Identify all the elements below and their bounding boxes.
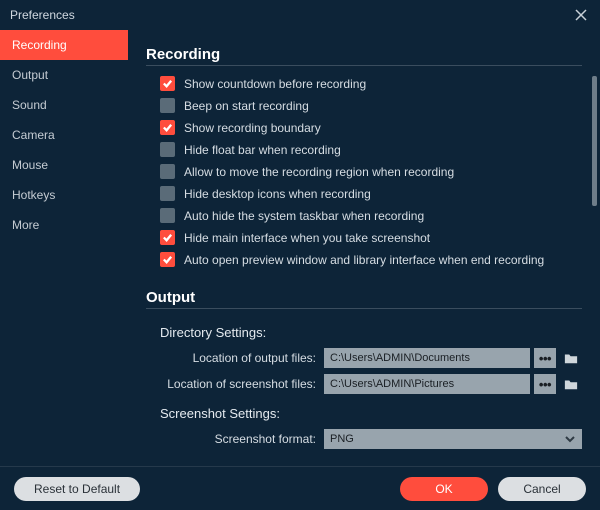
recording-option-label: Show countdown before recording [184, 77, 366, 91]
sidebar: Recording Output Sound Camera Mouse Hotk… [0, 30, 128, 466]
section-title-recording: Recording [146, 46, 582, 63]
recording-options: Show countdown before recording Beep on s… [160, 76, 582, 267]
recording-option[interactable]: Allow to move the recording region when … [160, 164, 582, 179]
screenshot-path-label: Location of screenshot files: [146, 377, 324, 391]
check-icon [162, 254, 173, 265]
checkbox[interactable] [160, 142, 175, 157]
screenshot-path-open-button[interactable] [560, 374, 582, 394]
titlebar: Preferences [0, 0, 600, 30]
recording-option[interactable]: Beep on start recording [160, 98, 582, 113]
checkbox[interactable] [160, 120, 175, 135]
sidebar-item-label: Hotkeys [12, 188, 55, 202]
screenshot-path-browse-button[interactable]: ••• [534, 374, 556, 394]
recording-option-label: Beep on start recording [184, 99, 309, 113]
recording-option-label: Allow to move the recording region when … [184, 165, 454, 179]
recording-option-label: Auto open preview window and library int… [184, 253, 544, 267]
output-path-open-button[interactable] [560, 348, 582, 368]
chevron-down-icon [564, 433, 576, 445]
sidebar-item-label: Mouse [12, 158, 48, 172]
recording-option-label: Auto hide the system taskbar when record… [184, 209, 424, 223]
output-path-input[interactable]: C:\Users\ADMIN\Documents [324, 348, 530, 368]
sidebar-item-more[interactable]: More [0, 210, 128, 240]
folder-icon [564, 377, 578, 391]
sidebar-item-recording[interactable]: Recording [0, 30, 128, 60]
screenshot-path-row: Location of screenshot files: C:\Users\A… [146, 374, 582, 394]
checkbox[interactable] [160, 98, 175, 113]
checkbox[interactable] [160, 208, 175, 223]
output-path-row: Location of output files: C:\Users\ADMIN… [146, 348, 582, 368]
checkbox[interactable] [160, 76, 175, 91]
screenshot-format-label: Screenshot format: [146, 432, 324, 446]
checkbox[interactable] [160, 164, 175, 179]
divider [146, 65, 582, 66]
sidebar-item-label: Output [12, 68, 48, 82]
screenshot-path-input[interactable]: C:\Users\ADMIN\Pictures [324, 374, 530, 394]
ok-button[interactable]: OK [400, 477, 488, 501]
main-panel: Recording Show countdown before recordin… [128, 30, 600, 466]
divider [146, 308, 582, 309]
check-icon [162, 232, 173, 243]
recording-option[interactable]: Hide float bar when recording [160, 142, 582, 157]
recording-option[interactable]: Auto hide the system taskbar when record… [160, 208, 582, 223]
folder-icon [564, 351, 578, 365]
output-path-label: Location of output files: [146, 351, 324, 365]
ellipsis-icon: ••• [539, 377, 551, 392]
recording-option[interactable]: Show countdown before recording [160, 76, 582, 91]
checkbox[interactable] [160, 230, 175, 245]
window-title: Preferences [10, 8, 75, 22]
checkbox[interactable] [160, 186, 175, 201]
recording-option-label: Hide main interface when you take screen… [184, 231, 430, 245]
preferences-window: Preferences Recording Output Sound Camer… [0, 0, 600, 510]
sidebar-item-label: More [12, 218, 39, 232]
scrollbar-thumb[interactable] [592, 76, 597, 206]
ellipsis-icon: ••• [539, 351, 551, 366]
screenshot-settings-heading: Screenshot Settings: [160, 406, 582, 421]
checkbox[interactable] [160, 252, 175, 267]
close-icon [574, 8, 588, 22]
recording-option-label: Show recording boundary [184, 121, 321, 135]
section-title-output: Output [146, 289, 582, 306]
recording-option-label: Hide desktop icons when recording [184, 187, 371, 201]
screenshot-format-value: PNG [330, 433, 354, 445]
close-button[interactable] [572, 6, 590, 24]
screenshot-format-row: Screenshot format: PNG [146, 429, 582, 449]
recording-option[interactable]: Hide main interface when you take screen… [160, 230, 582, 245]
sidebar-item-label: Recording [12, 38, 67, 52]
directory-settings-heading: Directory Settings: [160, 325, 582, 340]
sidebar-item-camera[interactable]: Camera [0, 120, 128, 150]
check-icon [162, 78, 173, 89]
recording-option[interactable]: Auto open preview window and library int… [160, 252, 582, 267]
footer: Reset to Default OK Cancel [0, 466, 600, 510]
recording-option-label: Hide float bar when recording [184, 143, 341, 157]
sidebar-item-sound[interactable]: Sound [0, 90, 128, 120]
sidebar-item-label: Sound [12, 98, 47, 112]
recording-option[interactable]: Show recording boundary [160, 120, 582, 135]
cancel-button[interactable]: Cancel [498, 477, 586, 501]
sidebar-item-label: Camera [12, 128, 55, 142]
reset-button[interactable]: Reset to Default [14, 477, 140, 501]
screenshot-format-select[interactable]: PNG [324, 429, 582, 449]
check-icon [162, 122, 173, 133]
recording-option[interactable]: Hide desktop icons when recording [160, 186, 582, 201]
sidebar-item-output[interactable]: Output [0, 60, 128, 90]
sidebar-item-hotkeys[interactable]: Hotkeys [0, 180, 128, 210]
sidebar-item-mouse[interactable]: Mouse [0, 150, 128, 180]
output-path-browse-button[interactable]: ••• [534, 348, 556, 368]
body: Recording Output Sound Camera Mouse Hotk… [0, 30, 600, 466]
